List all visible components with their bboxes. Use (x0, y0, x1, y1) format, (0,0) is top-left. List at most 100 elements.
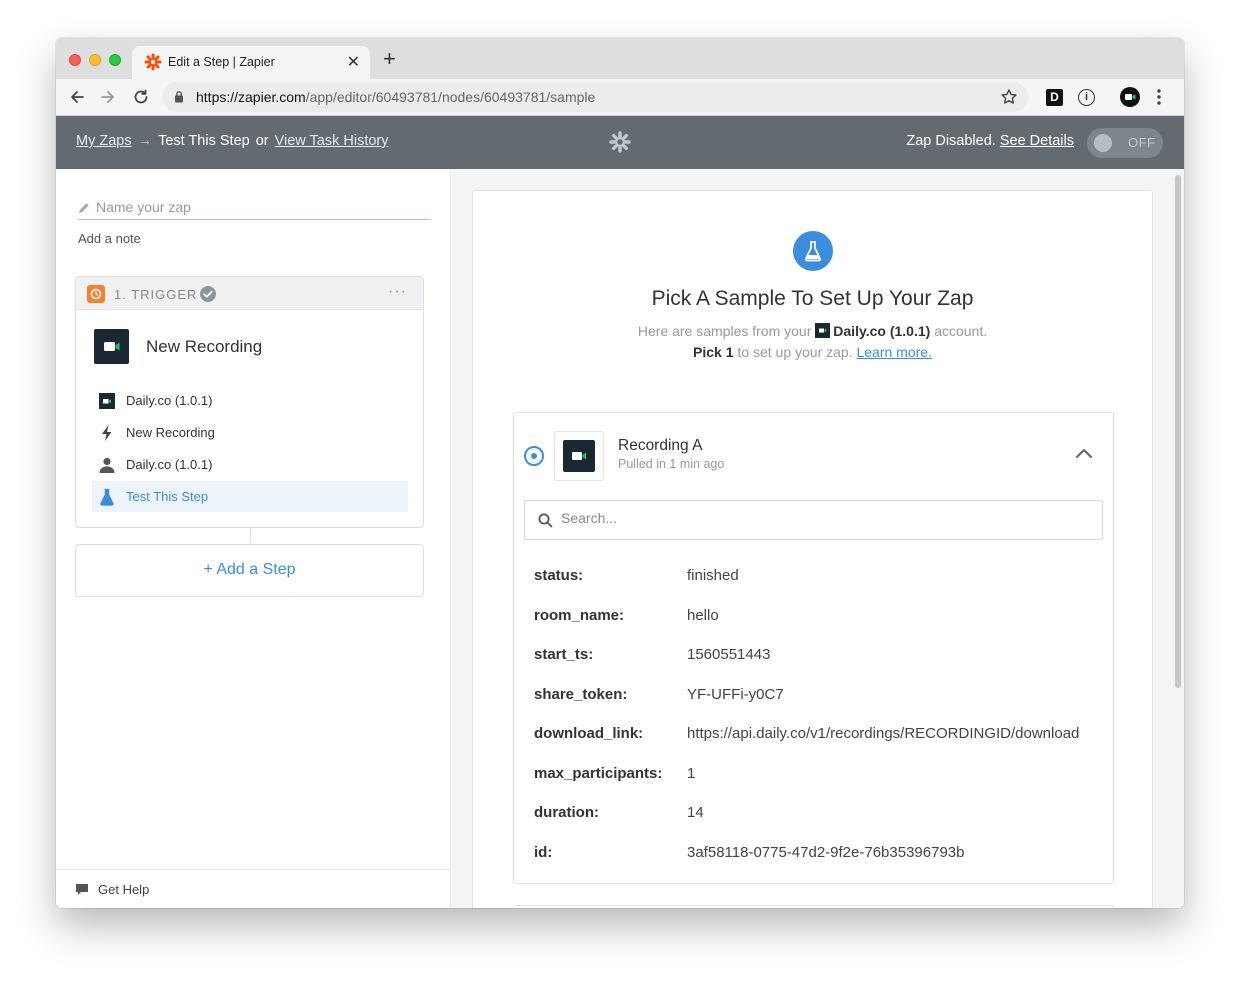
tab-strip: Edit a Step | Zapier ✕ + (56, 38, 1184, 79)
toggle-label: OFF (1128, 135, 1156, 150)
extension-d-icon[interactable]: D (1046, 89, 1063, 106)
my-zaps-link[interactable]: My Zaps (76, 133, 132, 149)
app-header: My Zaps → Test This Step or View Task Histor… (56, 116, 1184, 169)
step-connector (250, 528, 251, 543)
field-key: room_name: (534, 607, 625, 624)
learn-more-link[interactable]: Learn more. (856, 344, 931, 360)
trigger-test-label: Test This Step (126, 489, 209, 504)
page-scrollbar[interactable] (1172, 169, 1184, 908)
sample-field-row: max_participants: 1 (534, 765, 1109, 789)
field-value: YF-UFFi-y0C7 (687, 686, 784, 703)
add-note-link[interactable]: Add a note (78, 231, 141, 246)
bookmark-star-icon[interactable] (1000, 88, 1018, 106)
zapier-favicon-icon (144, 53, 162, 71)
maximize-window-button[interactable] (109, 54, 121, 66)
field-key: duration: (534, 804, 599, 821)
trigger-test-row[interactable]: Test This Step (92, 481, 408, 512)
flask-badge-icon (793, 231, 833, 271)
sample-field-row: status: finished (534, 567, 1109, 591)
daily-app-icon (99, 393, 115, 409)
extension-daily-icon[interactable] (1120, 87, 1140, 107)
field-value: hello (687, 607, 719, 624)
trigger-account-label: Daily.co (1.0.1) (126, 457, 213, 472)
search-icon (538, 513, 553, 528)
pencil-icon (79, 203, 89, 213)
trigger-event-row[interactable]: New Recording (92, 417, 408, 448)
zap-name-input[interactable] (96, 199, 416, 215)
pick-rest: to set up your zap. (737, 344, 853, 360)
field-value: 1560551443 (687, 646, 771, 663)
account-name: Daily.co (1.0.1) (833, 323, 931, 339)
new-tab-icon[interactable]: + (383, 48, 396, 70)
sample-search-input[interactable] (561, 510, 1081, 526)
sample-title: Recording A (618, 437, 703, 454)
trigger-account-row[interactable]: Daily.co (1.0.1) (92, 449, 408, 480)
check-circle-icon (200, 286, 216, 302)
page-title: Pick A Sample To Set Up Your Zap (651, 287, 974, 310)
trigger-header[interactable]: 1. TRIGGER ··· (76, 277, 423, 310)
sample-source-text: Here are samples from your Daily.co (1.0… (473, 323, 1152, 339)
close-window-button[interactable] (69, 54, 81, 66)
daily-mini-logo-icon (815, 323, 831, 338)
daily-app-logo-icon (94, 329, 129, 364)
browser-tab[interactable]: Edit a Step | Zapier ✕ (132, 46, 370, 79)
editor-sidebar: Add a note 1. TRIGGER ··· New Recording … (56, 169, 451, 908)
trigger-label: 1. TRIGGER (114, 287, 198, 302)
tab-close-icon[interactable]: ✕ (347, 52, 360, 72)
sample-field-row: start_ts: 1560551443 (534, 646, 1109, 670)
get-help-bar[interactable]: Get Help (56, 869, 450, 908)
field-value: 1 (687, 765, 696, 782)
sample-radio-selected[interactable] (524, 446, 544, 466)
sample-record-card: Recording A Pulled in 1 min ago status: … (513, 412, 1114, 884)
field-key: share_token: (534, 686, 628, 703)
see-details-link[interactable]: See Details (1000, 133, 1074, 149)
url-host: https://zapier.com (196, 89, 306, 105)
minimize-window-button[interactable] (89, 54, 101, 66)
current-step-label: Test This Step (158, 133, 250, 149)
field-value: 3af58118-0775-47d2-9f2e-76b35396793b (687, 844, 965, 861)
sample-search-box (524, 500, 1103, 540)
sample-picker-card: Pick A Sample To Set Up Your Zap Here ar… (472, 190, 1153, 908)
lock-icon (175, 91, 183, 103)
trigger-app-row[interactable]: Daily.co (1.0.1) (92, 385, 408, 416)
zap-on-off-toggle[interactable]: OFF (1087, 128, 1163, 158)
sample-field-row: download_link: https://api.daily.co/v1/r… (534, 725, 1109, 749)
main-content: Pick A Sample To Set Up Your Zap Here ar… (452, 169, 1184, 908)
sample-field-row: duration: 14 (534, 804, 1109, 828)
field-value: https://api.daily.co/v1/recordings/RECOR… (687, 725, 1080, 742)
add-step-label: + Add a Step (203, 561, 296, 578)
chat-bubble-icon (76, 884, 88, 895)
browser-window: Edit a Step | Zapier ✕ + https://zapier.… (56, 38, 1184, 908)
trigger-event-label: New Recording (126, 425, 215, 440)
back-arrow-icon[interactable] (68, 88, 86, 106)
sample-field-row: share_token: YF-UFFi-y0C7 (534, 686, 1109, 710)
field-key: status: (534, 567, 584, 584)
extension-info-icon[interactable]: i (1078, 89, 1095, 106)
more-options-icon[interactable]: ··· (388, 283, 407, 301)
field-key: id: (534, 844, 553, 861)
browser-menu-icon[interactable] (1156, 88, 1162, 106)
pick-instruction-text: Pick 1 to set up your zap. Learn more. (473, 344, 1152, 360)
trigger-app-label: Daily.co (1.0.1) (126, 393, 213, 408)
breadcrumb-arrow-icon: → (137, 133, 153, 149)
field-value: finished (687, 567, 739, 584)
next-sample-card[interactable] (513, 905, 1114, 908)
or-text: or (255, 133, 269, 149)
field-key: max_participants: (534, 765, 663, 782)
field-value: 14 (687, 804, 704, 821)
forward-arrow-icon[interactable] (99, 88, 117, 106)
add-step-button[interactable]: + Add a Step (75, 544, 424, 597)
reload-icon[interactable] (132, 88, 150, 106)
zapier-logo-icon[interactable] (609, 131, 631, 153)
subtitle-prefix: Here are samples from your (637, 323, 812, 339)
pick-count: Pick 1 (693, 344, 734, 360)
user-account-icon (99, 457, 115, 473)
chevron-up-icon[interactable] (1075, 447, 1093, 459)
trigger-title: New Recording (146, 337, 263, 356)
view-task-history-link[interactable]: View Task History (275, 133, 389, 149)
sample-field-row: id: 3af58118-0775-47d2-9f2e-76b35396793b (534, 844, 1109, 868)
zap-status: Zap Disabled. See Details (906, 133, 1074, 149)
tab-title: Edit a Step | Zapier (168, 55, 275, 69)
scrollbar-thumb[interactable] (1175, 175, 1181, 688)
url-field[interactable]: https://zapier.com/app/editor/60493781/n… (162, 82, 1028, 112)
